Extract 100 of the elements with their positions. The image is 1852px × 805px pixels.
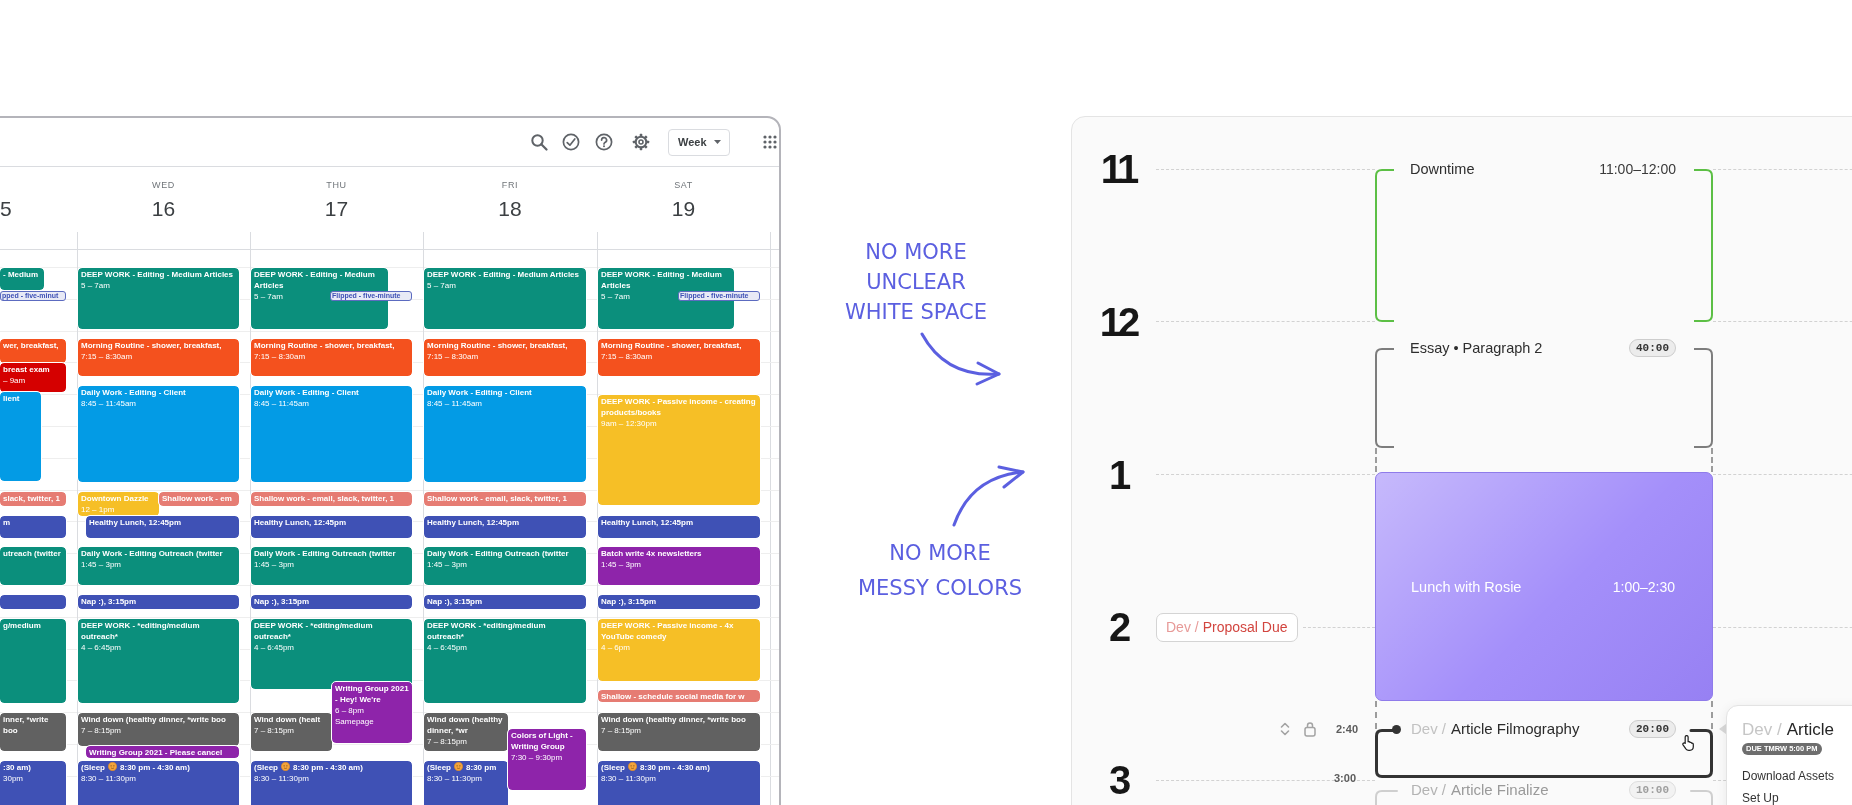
deadline-tag[interactable]: Dev / Proposal Due — [1156, 612, 1298, 642]
event-time: – 9am — [3, 375, 26, 386]
event-time: 30pm — [3, 773, 23, 784]
calendar-event[interactable]: DEEP WORK - *editing/medium outreach* 4 – 6:45pm — [78, 619, 239, 703]
calendar-event[interactable]: Nap :), 3:15pm — [78, 595, 239, 609]
event-time: 7:30 – 9:30pm — [511, 752, 563, 763]
event-title: wer, breakfast, — [3, 341, 59, 350]
event-time: 8:45 – 11:45am — [81, 398, 136, 409]
calendar-event[interactable]: (Sleep 8:30 pm - 4:30 am) 8:30 – 11:30pm — [598, 761, 760, 805]
date-number[interactable]: 19 — [671, 196, 696, 222]
event-time: 8:30 – 11:30pm — [427, 773, 482, 784]
search-icon[interactable] — [530, 133, 548, 151]
event-time: 1:45 – 3pm — [81, 559, 122, 570]
calendar-event[interactable]: Writing Group 2021 - Please cancel — [86, 746, 239, 758]
event-time: 8:45 – 11:45am — [254, 398, 309, 409]
event-time: 8:30 – 11:30pm — [254, 773, 309, 784]
help-icon[interactable] — [595, 133, 613, 151]
handwritten-note: NO MORE UNCLEAR WHITE SPACE — [843, 239, 989, 326]
date-number[interactable]: 17 — [324, 196, 349, 222]
calendar-event[interactable]: Batch write 4x newsletters 1:45 – 3pm — [598, 547, 760, 585]
calendar-event[interactable]: :30 am) 30pm — [0, 761, 66, 805]
event-title: Daily Work - Editing - Client — [427, 388, 532, 397]
event-title: Healthy Lunch, 12:45pm — [254, 518, 347, 527]
event-title: Morning Routine - shower, breakfast, — [427, 341, 568, 350]
calendar-event[interactable]: Nap :), 3:15pm — [424, 595, 586, 609]
calendar-event[interactable]: Wind down (healthy dinner, *write boo 7 – 8:15pm — [598, 713, 760, 751]
calendar-event[interactable]: Healthy Lunch, 12:45pm — [424, 516, 586, 538]
event-title: Writing Group 2021 - Please cancel — [89, 748, 223, 757]
calendar-event[interactable]: Daily Work - Editing Outreach (twitter 1:45 – 3pm — [78, 547, 239, 585]
event-title: DEEP WORK - Editing - Medium Articles — [427, 270, 579, 279]
calendar-event[interactable]: wer, breakfast, — [0, 339, 66, 363]
date-number[interactable]: 16 — [151, 196, 176, 222]
project-label: Dev / — [1411, 781, 1446, 799]
event-title: 8:30 pm — [466, 763, 497, 772]
event-title: (Sleep — [601, 763, 625, 772]
event-title: - Medium — [3, 270, 39, 279]
calendar-event[interactable]: inner, *write boo — [0, 713, 66, 751]
calendar-event[interactable]: lient — [0, 392, 41, 481]
calendar-event[interactable]: Daily Work - Editing Outreach (twitter 1:45 – 3pm — [424, 547, 586, 585]
calendar-event[interactable] — [0, 595, 66, 609]
project-label: Dev / — [1411, 720, 1446, 738]
view-dropdown[interactable]: Week — [668, 128, 730, 156]
event-time: 1:45 – 3pm — [427, 559, 468, 570]
calendar-event[interactable]: Healthy Lunch, 12:45pm — [86, 516, 239, 538]
event-time: 8:30 – 11:30pm — [81, 773, 136, 784]
calendar-event[interactable]: Daily Work - Editing - Client 8:45 – 11:45am — [251, 386, 412, 482]
event-time: 7 – 8:15pm — [601, 725, 642, 736]
calendar-event[interactable]: Daily Work - Editing - Client 8:45 – 11:45am — [78, 386, 239, 482]
event-title: DEEP WORK - Editing - Medium Articles — [601, 270, 722, 290]
calendar-event[interactable]: DEEP WORK - Editing - Medium Articles 5 – 7am — [424, 268, 586, 329]
calendar-event[interactable]: Nap :), 3:15pm — [598, 595, 760, 609]
calendar-event[interactable]: Morning Routine - shower, breakfast, 7:15 – 8:30am — [251, 339, 412, 376]
event-title: Wind down (healthy dinner, *write boo — [81, 715, 226, 724]
calendar-event[interactable]: (Sleep 8:30 pm - 4:30 am) 8:30 – 11:30pm — [251, 761, 412, 805]
calendar-event[interactable]: - Medium — [0, 268, 44, 290]
event-title: Nap :), 3:15pm — [601, 597, 657, 606]
event-time: 5 – 7am — [254, 291, 283, 302]
calendar-event[interactable]: Colors of Light - Writing Group 7:30 – 9:30pm — [508, 729, 586, 790]
menu-item[interactable]: Download Assets — [1742, 768, 1835, 784]
calendar-event[interactable]: Morning Routine - shower, breakfast, 7:15 – 8:30am — [78, 339, 239, 376]
calendar-event[interactable]: Daily Work - Editing - Client 8:45 – 11:45am — [424, 386, 586, 482]
weekday-label: SAT — [674, 179, 693, 191]
project-label: Dev / — [1166, 618, 1199, 637]
calendar-event[interactable]: Healthy Lunch, 12:45pm — [251, 516, 412, 538]
calendar-event[interactable]: Wind down (healt 7 – 8:15pm — [251, 713, 332, 751]
apps-grid-icon[interactable] — [763, 135, 777, 149]
calendar-event[interactable]: Healthy Lunch, 12:45pm — [598, 516, 760, 538]
event-time: 5 – 7am — [81, 280, 110, 291]
calendar-event[interactable]: Writing Group 2021 - Hey! We're 6 – 8pm Samepage — [332, 682, 412, 743]
event-time: 7:15 – 8:30am — [427, 351, 479, 362]
event-title: Healthy Lunch, 12:45pm — [427, 518, 520, 527]
calendar-event[interactable]: (Sleep 8:30 pm - 4:30 am) 8:30 – 11:30pm — [78, 761, 239, 805]
event-title: Daily Work - Editing Outreach (twitter — [427, 549, 569, 558]
event-title: Daily Work - Editing - Client — [81, 388, 186, 397]
date-number[interactable]: 18 — [498, 196, 522, 222]
hour-label: 3 — [1107, 765, 1129, 795]
calendar-event[interactable]: (Sleep 8:30 pm 8:30 – 11:30pm — [424, 761, 508, 805]
calendar-event[interactable]: Wind down (healthy dinner, *wr 7 – 8:15pm — [424, 713, 508, 751]
event-time: 7 – 8:15pm — [81, 725, 122, 736]
start-time: 2:40 — [1336, 722, 1359, 736]
calendar-event[interactable]: DEEP WORK - *editing/medium outreach* 4 – 6:45pm — [424, 619, 586, 703]
check-circle-icon[interactable] — [562, 133, 580, 151]
calendar-event[interactable]: Nap :), 3:15pm — [251, 595, 412, 609]
event-time: 1:45 – 3pm — [254, 559, 295, 570]
calendar-event[interactable]: DEEP WORK - Editing - Medium Articles 5 – 7am — [78, 268, 239, 329]
calendar-event[interactable]: g/medium — [0, 619, 66, 703]
hour-label: 12 — [1098, 306, 1138, 337]
calendar-event[interactable]: m — [0, 516, 66, 538]
date-number[interactable]: 5 — [0, 196, 12, 222]
event-time: 8:30 – 11:30pm — [601, 773, 656, 784]
event-title: Morning Routine - shower, breakfast, — [81, 341, 222, 350]
calendar-event[interactable]: Morning Routine - shower, breakfast, 7:15 – 8:30am — [598, 339, 760, 376]
calendar-event[interactable]: Daily Work - Editing Outreach (twitter 1:45 – 3pm — [251, 547, 412, 585]
event-title: DEEP WORK - *editing/medium outreach* — [81, 621, 200, 641]
menu-item[interactable]: Set Up — [1742, 790, 1779, 805]
calendar-event[interactable]: Wind down (healthy dinner, *write boo 7 – 8:15pm — [78, 713, 239, 746]
settings-icon[interactable] — [632, 133, 650, 151]
calendar-event[interactable]: utreach (twitter — [0, 547, 66, 585]
calendar-event[interactable]: Morning Routine - shower, breakfast, 7:15 – 8:30am — [424, 339, 586, 376]
calendar-event[interactable]: breast exam – 9am — [0, 363, 66, 392]
